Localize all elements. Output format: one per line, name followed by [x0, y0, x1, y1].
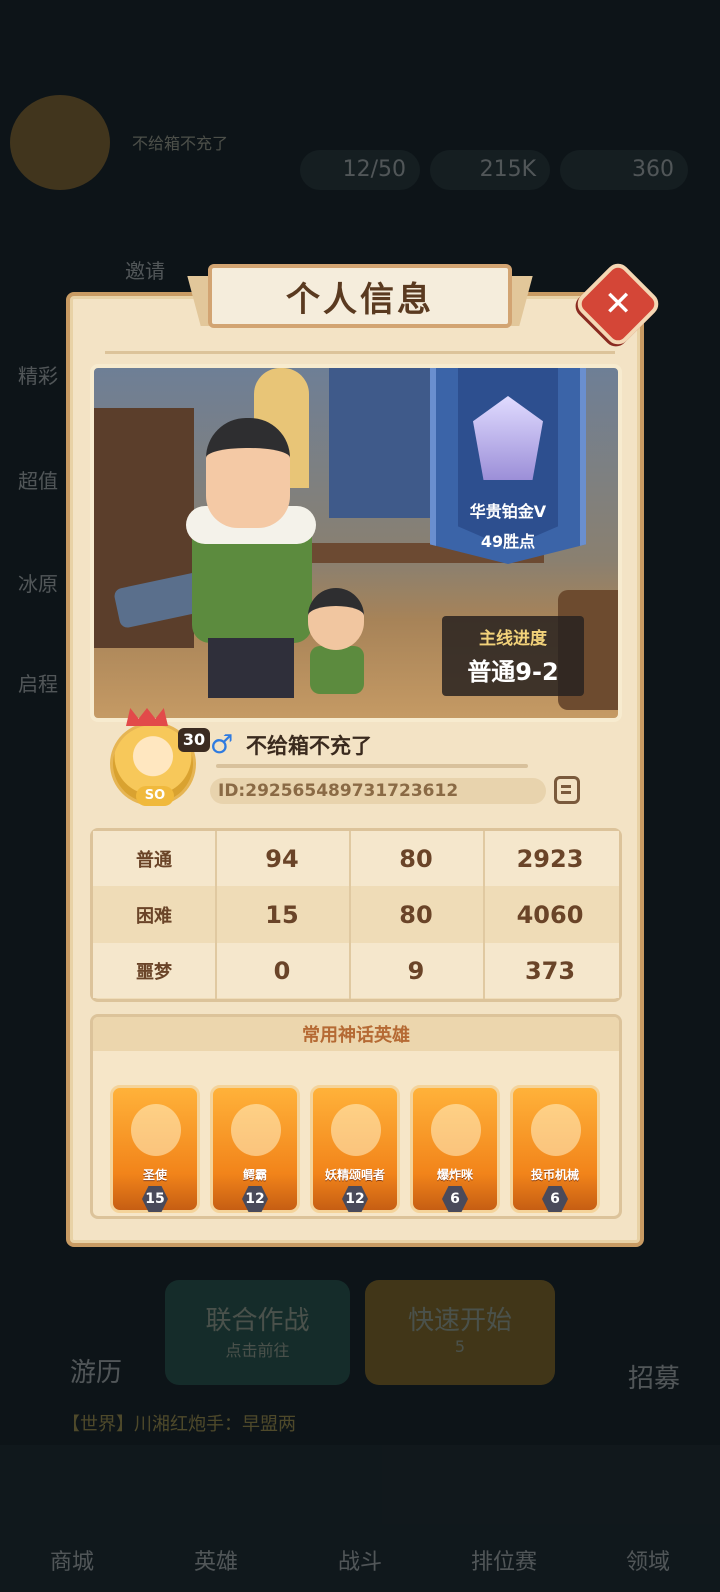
bg-chat-line: 【世界】川湘红炮手：早盟两 — [62, 1414, 296, 1435]
main-progress-value: 普通9-2 — [467, 658, 559, 686]
hero-name: 鳄霸 — [242, 1168, 267, 1182]
stats-cell: 9 — [407, 956, 425, 985]
hero-level: 12 — [242, 1186, 268, 1212]
stats-row-normal: 普通 94 80 2923 — [93, 831, 619, 886]
stats-cell: 373 — [524, 956, 576, 985]
stats-divider — [483, 831, 485, 999]
main-progress-label: 主线进度 — [479, 629, 547, 649]
hero-portrait — [231, 1104, 281, 1156]
bg-invite: 邀请 — [125, 259, 165, 283]
small-hero-head — [308, 588, 364, 650]
rank-points: 49胜点 — [480, 532, 536, 551]
hero-name: 妖精颂唱者 — [324, 1168, 385, 1182]
stats-label: 普通 — [136, 849, 172, 871]
stats-label: 困难 — [136, 905, 172, 927]
heroes-title: 常用神话英雄 — [302, 1025, 410, 1046]
hero-level: 15 — [142, 1186, 168, 1212]
level-badge: 30 — [178, 728, 210, 752]
exp-bar — [216, 764, 528, 768]
bg-gems: 360 — [560, 150, 688, 190]
stats-row-hard: 困难 15 80 4060 — [93, 887, 619, 942]
bg-nav-battle: 战斗 — [337, 1550, 382, 1575]
wall-banner-decor — [329, 368, 439, 518]
bg-nav-shop: 商城 — [49, 1550, 94, 1575]
bg-nav-domain: 领域 — [625, 1550, 670, 1575]
favorite-heroes-section: 常用神话英雄 圣使 15 鳄霸 12 妖精颂唱者 12 爆炸咪 6 投币机械 6 — [90, 1014, 622, 1219]
hero-card[interactable]: 爆炸咪 6 — [410, 1085, 500, 1213]
copy-id-button[interactable] — [554, 776, 580, 804]
hero-legs — [208, 638, 294, 698]
stats-label: 噩梦 — [136, 961, 172, 983]
hero-portrait — [531, 1104, 581, 1156]
stats-cell: 80 — [399, 900, 433, 929]
main-progress-box: 主线进度 普通9-2 — [442, 616, 584, 696]
stats-cell: 94 — [265, 844, 299, 873]
modal-title: 个人信息 — [208, 264, 512, 328]
so-badge: SO — [136, 786, 174, 806]
bg-travel: 游历 — [70, 1358, 123, 1388]
stats-cell: 0 — [273, 956, 291, 985]
crown-icon — [126, 708, 168, 726]
bg-side-left-4: 启程 — [18, 672, 58, 696]
bg-side-left-3: 冰原 — [18, 572, 58, 596]
bg-coop-button: 联合作战 点击前往 — [165, 1280, 350, 1385]
player-name: 不给箱不充了 — [246, 734, 372, 758]
stats-table: 普通 94 80 2923 困难 15 80 4060 噩梦 0 9 373 — [90, 828, 622, 1002]
bg-quickstart-button: 快速开始 5 — [365, 1280, 555, 1385]
bg-player-name: 不给箱不充了 — [132, 134, 229, 153]
hero-level: 12 — [342, 1186, 368, 1212]
bg-quickstart-sub: 5 — [454, 1337, 466, 1356]
hero-name: 圣使 — [142, 1168, 167, 1182]
hero-character-small — [302, 588, 372, 698]
stats-divider — [215, 831, 217, 999]
bg-bottom-nav: 商城 英雄 战斗 排位赛 领域 — [0, 1445, 720, 1592]
title-divider — [105, 351, 615, 354]
hero-portrait — [431, 1104, 481, 1156]
hero-level: 6 — [442, 1186, 468, 1212]
bg-energy: 12/50 — [300, 150, 420, 190]
hero-card[interactable]: 圣使 15 — [110, 1085, 200, 1213]
rank-name: 华贵铂金V — [469, 502, 547, 521]
stats-cell: 80 — [399, 844, 433, 873]
bg-coop-sub: 点击前往 — [225, 1341, 290, 1360]
player-id: ID:292565489731723612 — [210, 778, 546, 804]
bg-recruit: 招募 — [628, 1364, 681, 1394]
bg-quickstart-label: 快速开始 — [407, 1306, 512, 1336]
small-hero-body — [310, 646, 364, 694]
bg-coop-label: 联合作战 — [205, 1306, 310, 1336]
hero-card[interactable]: 鳄霸 12 — [210, 1085, 300, 1213]
bg-side-left-2: 超值 — [18, 469, 58, 493]
stats-cell: 4060 — [516, 900, 584, 929]
male-icon: ♂ — [210, 730, 234, 760]
bg-side-left-1: 精彩 — [18, 364, 58, 388]
hero-card[interactable]: 妖精颂唱者 12 — [310, 1085, 400, 1213]
bg-nav-heroes: 英雄 — [193, 1550, 238, 1575]
stats-cell: 15 — [265, 900, 299, 929]
hero-name: 爆炸咪 — [436, 1168, 473, 1182]
stats-divider — [349, 831, 351, 999]
bg-player-avatar — [10, 95, 110, 190]
hero-showcase: 华贵铂金V 49胜点 主线进度 普通9-2 — [90, 364, 622, 722]
profile-row: 30 SO ♂ 不给箱不充了 ID:292565489731723612 — [92, 708, 622, 814]
stats-row-nightmare: 噩梦 0 9 373 — [93, 943, 619, 998]
hero-card[interactable]: 投币机械 6 — [510, 1085, 600, 1213]
bg-nav-ranked: 排位赛 — [470, 1550, 537, 1575]
close-icon: ✕ — [603, 284, 633, 324]
bg-gold: 215K — [430, 150, 550, 190]
stats-cell: 2923 — [516, 844, 584, 873]
hero-portrait — [331, 1104, 381, 1156]
hero-level: 6 — [542, 1186, 568, 1212]
hero-portrait — [131, 1104, 181, 1156]
hero-head — [206, 418, 290, 528]
hero-name: 投币机械 — [530, 1168, 579, 1182]
rank-banner: 华贵铂金V 49胜点 — [430, 368, 586, 564]
